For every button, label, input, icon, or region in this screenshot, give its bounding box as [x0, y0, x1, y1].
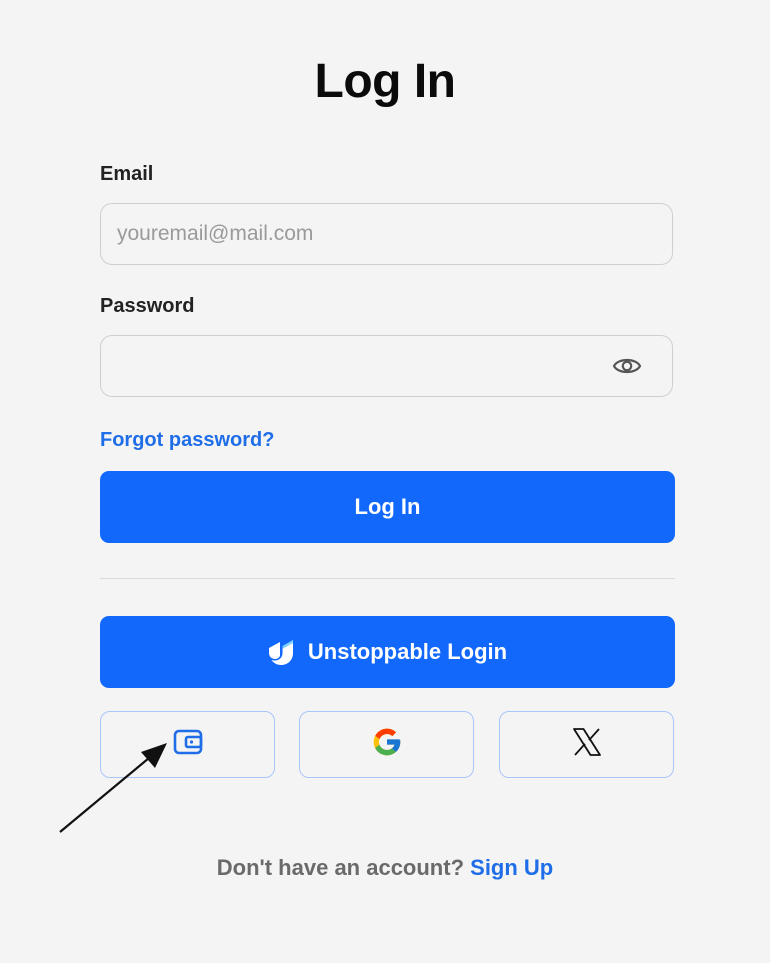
unstoppable-logo-icon [268, 638, 294, 666]
signup-prompt-text: Don't have an account? [216, 855, 465, 880]
x-logo-icon [572, 728, 602, 761]
login-button[interactable]: Log In [100, 471, 675, 543]
wallet-icon [173, 729, 203, 760]
unstoppable-login-label: Unstoppable Login [307, 639, 508, 664]
google-login-button[interactable] [299, 711, 474, 778]
email-label: Email [100, 163, 154, 185]
password-input[interactable] [117, 336, 597, 396]
email-field-container[interactable] [100, 203, 673, 265]
login-button-label: Log In [354, 494, 421, 519]
signup-prompt: Don't have an account? Sign Up [0, 855, 770, 881]
signup-link[interactable]: Sign Up [470, 855, 553, 880]
email-input[interactable] [117, 204, 597, 264]
forgot-password-link[interactable]: Forgot password? [100, 429, 274, 452]
eye-icon[interactable] [612, 354, 642, 378]
unstoppable-login-button[interactable]: Unstoppable Login [100, 616, 675, 688]
password-field-container[interactable] [100, 335, 673, 397]
google-icon [371, 726, 403, 763]
divider [100, 578, 675, 579]
annotation-arrow [59, 743, 167, 833]
page-title: Log In [314, 55, 456, 108]
x-login-button[interactable] [499, 711, 674, 778]
password-label: Password [100, 295, 195, 317]
